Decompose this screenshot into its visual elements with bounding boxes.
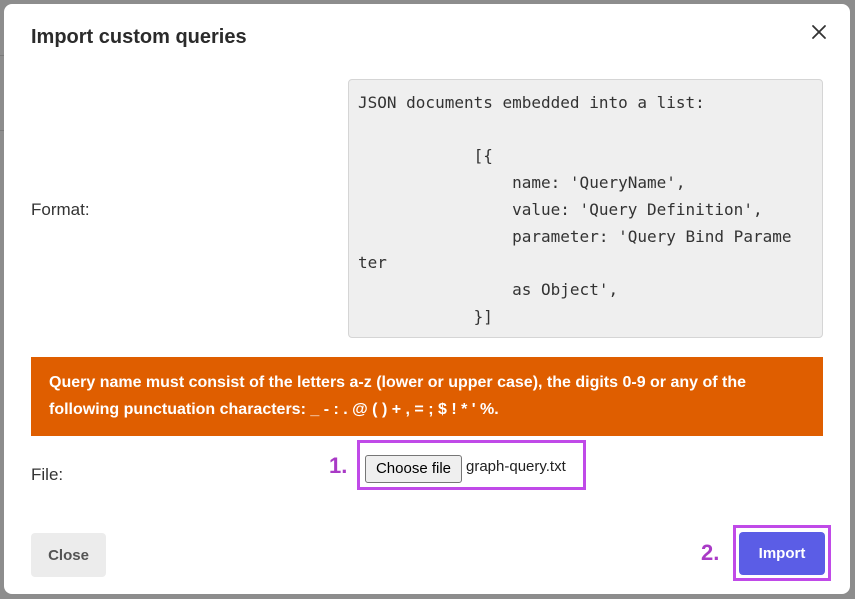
close-icon[interactable] xyxy=(807,20,831,44)
selected-file-name: graph-query.txt xyxy=(466,458,566,475)
format-example: JSON documents embedded into a list: [{ … xyxy=(348,79,823,338)
import-queries-modal: Import custom queries Format: JSON docum… xyxy=(4,4,850,594)
format-label: Format: xyxy=(31,200,90,219)
choose-file-button[interactable]: Choose file xyxy=(365,455,462,483)
query-name-warning: Query name must consist of the letters a… xyxy=(31,357,823,436)
step-2-annotation: 2. xyxy=(701,540,720,565)
file-label: File: xyxy=(31,465,64,484)
import-button[interactable]: Import xyxy=(739,532,825,575)
close-button[interactable]: Close xyxy=(31,533,106,577)
step-1-annotation: 1. xyxy=(329,453,348,478)
modal-title: Import custom queries xyxy=(31,26,247,48)
